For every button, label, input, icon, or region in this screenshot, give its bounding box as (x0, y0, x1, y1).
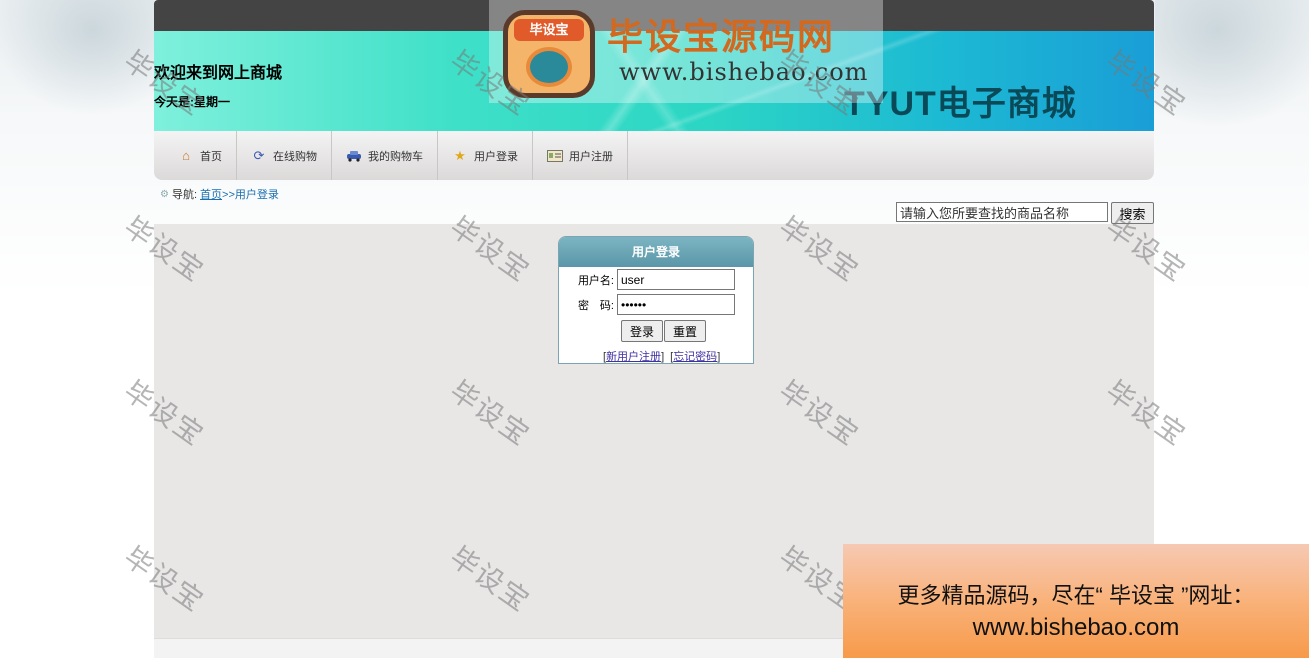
refresh-icon: ⟳ (253, 147, 265, 163)
home-icon: ⌂ (182, 148, 190, 163)
search-button[interactable]: 搜索 (1111, 202, 1154, 224)
welcome-text: 欢迎来到网上商城 (154, 65, 283, 82)
nav-item-home[interactable]: ⌂ 首页 (164, 131, 237, 180)
login-panel: 用户登录 用户名: 密 码: 登录 重置 [新用户注册] [忘记密码] (558, 236, 754, 364)
forgot-link-wrap: [忘记密码] (670, 351, 721, 363)
breadcrumb-icon: ⚙ (160, 188, 169, 200)
nav-label: 首页 (200, 150, 222, 163)
promo-line-2: www.bishebao.com (972, 614, 1180, 641)
logo-url: www.bishebao.com (619, 58, 869, 86)
logo-face-icon (526, 47, 572, 87)
nav-item-shop[interactable]: ⟳ 在线购物 (237, 131, 332, 180)
watermark-logo: 毕设宝 毕设宝源码网 www.bishebao.com (489, 0, 883, 103)
nav-item-login[interactable]: ★ 用户登录 (438, 131, 533, 180)
promo-banner: 更多精品源码，尽在“ 毕设宝 ”网址： www.bishebao.com (843, 544, 1309, 658)
id-card-icon (547, 148, 563, 164)
search-bar: 搜索 (896, 202, 1154, 224)
password-row: 密 码: (559, 294, 735, 315)
nav-label: 在线购物 (273, 150, 317, 163)
search-input[interactable] (896, 202, 1108, 222)
register-link[interactable]: 新用户注册 (606, 351, 661, 363)
login-title: 用户登录 (559, 237, 753, 267)
username-row: 用户名: (559, 269, 735, 290)
promo-line-1: 更多精品源码，尽在“ 毕设宝 ”网址： (897, 583, 1255, 608)
nav-label: 用户注册 (569, 150, 613, 163)
forgot-password-link[interactable]: 忘记密码 (673, 351, 717, 363)
breadcrumb: ⚙ 导航: 首页>>用户登录 (160, 186, 279, 202)
logo-title: 毕设宝源码网 (607, 16, 836, 57)
car-icon (346, 148, 362, 164)
breadcrumb-current: >>用户登录 (222, 189, 279, 201)
login-button[interactable]: 登录 (621, 320, 663, 342)
nav-label: 我的购物车 (368, 150, 423, 163)
star-icon: ★ (454, 147, 466, 163)
login-links: [新用户注册] [忘记密码] (603, 348, 720, 364)
date-text: 今天是:星期一 (154, 95, 230, 109)
nav-label: 用户登录 (474, 150, 518, 163)
reset-button[interactable]: 重置 (664, 320, 706, 342)
breadcrumb-home-link[interactable]: 首页 (200, 189, 222, 201)
password-label: 密 码: (577, 299, 614, 312)
username-label: 用户名: (577, 274, 614, 287)
logo-badge-icon: 毕设宝 (503, 10, 595, 98)
username-input[interactable] (617, 269, 735, 290)
nav-item-register[interactable]: 用户注册 (533, 131, 628, 180)
main-nav: ⌂ 首页 ⟳ 在线购物 我的购物车 ★ 用户登录 用户注册 (154, 131, 1154, 180)
nav-item-cart[interactable]: 我的购物车 (332, 131, 438, 180)
login-buttons: 登录 重置 (621, 320, 706, 342)
breadcrumb-prefix: 导航: (171, 189, 198, 201)
register-link-wrap: [新用户注册] (603, 351, 665, 363)
password-input[interactable] (617, 294, 735, 315)
logo-badge-label: 毕设宝 (514, 19, 584, 41)
left-decoration (0, 0, 154, 658)
